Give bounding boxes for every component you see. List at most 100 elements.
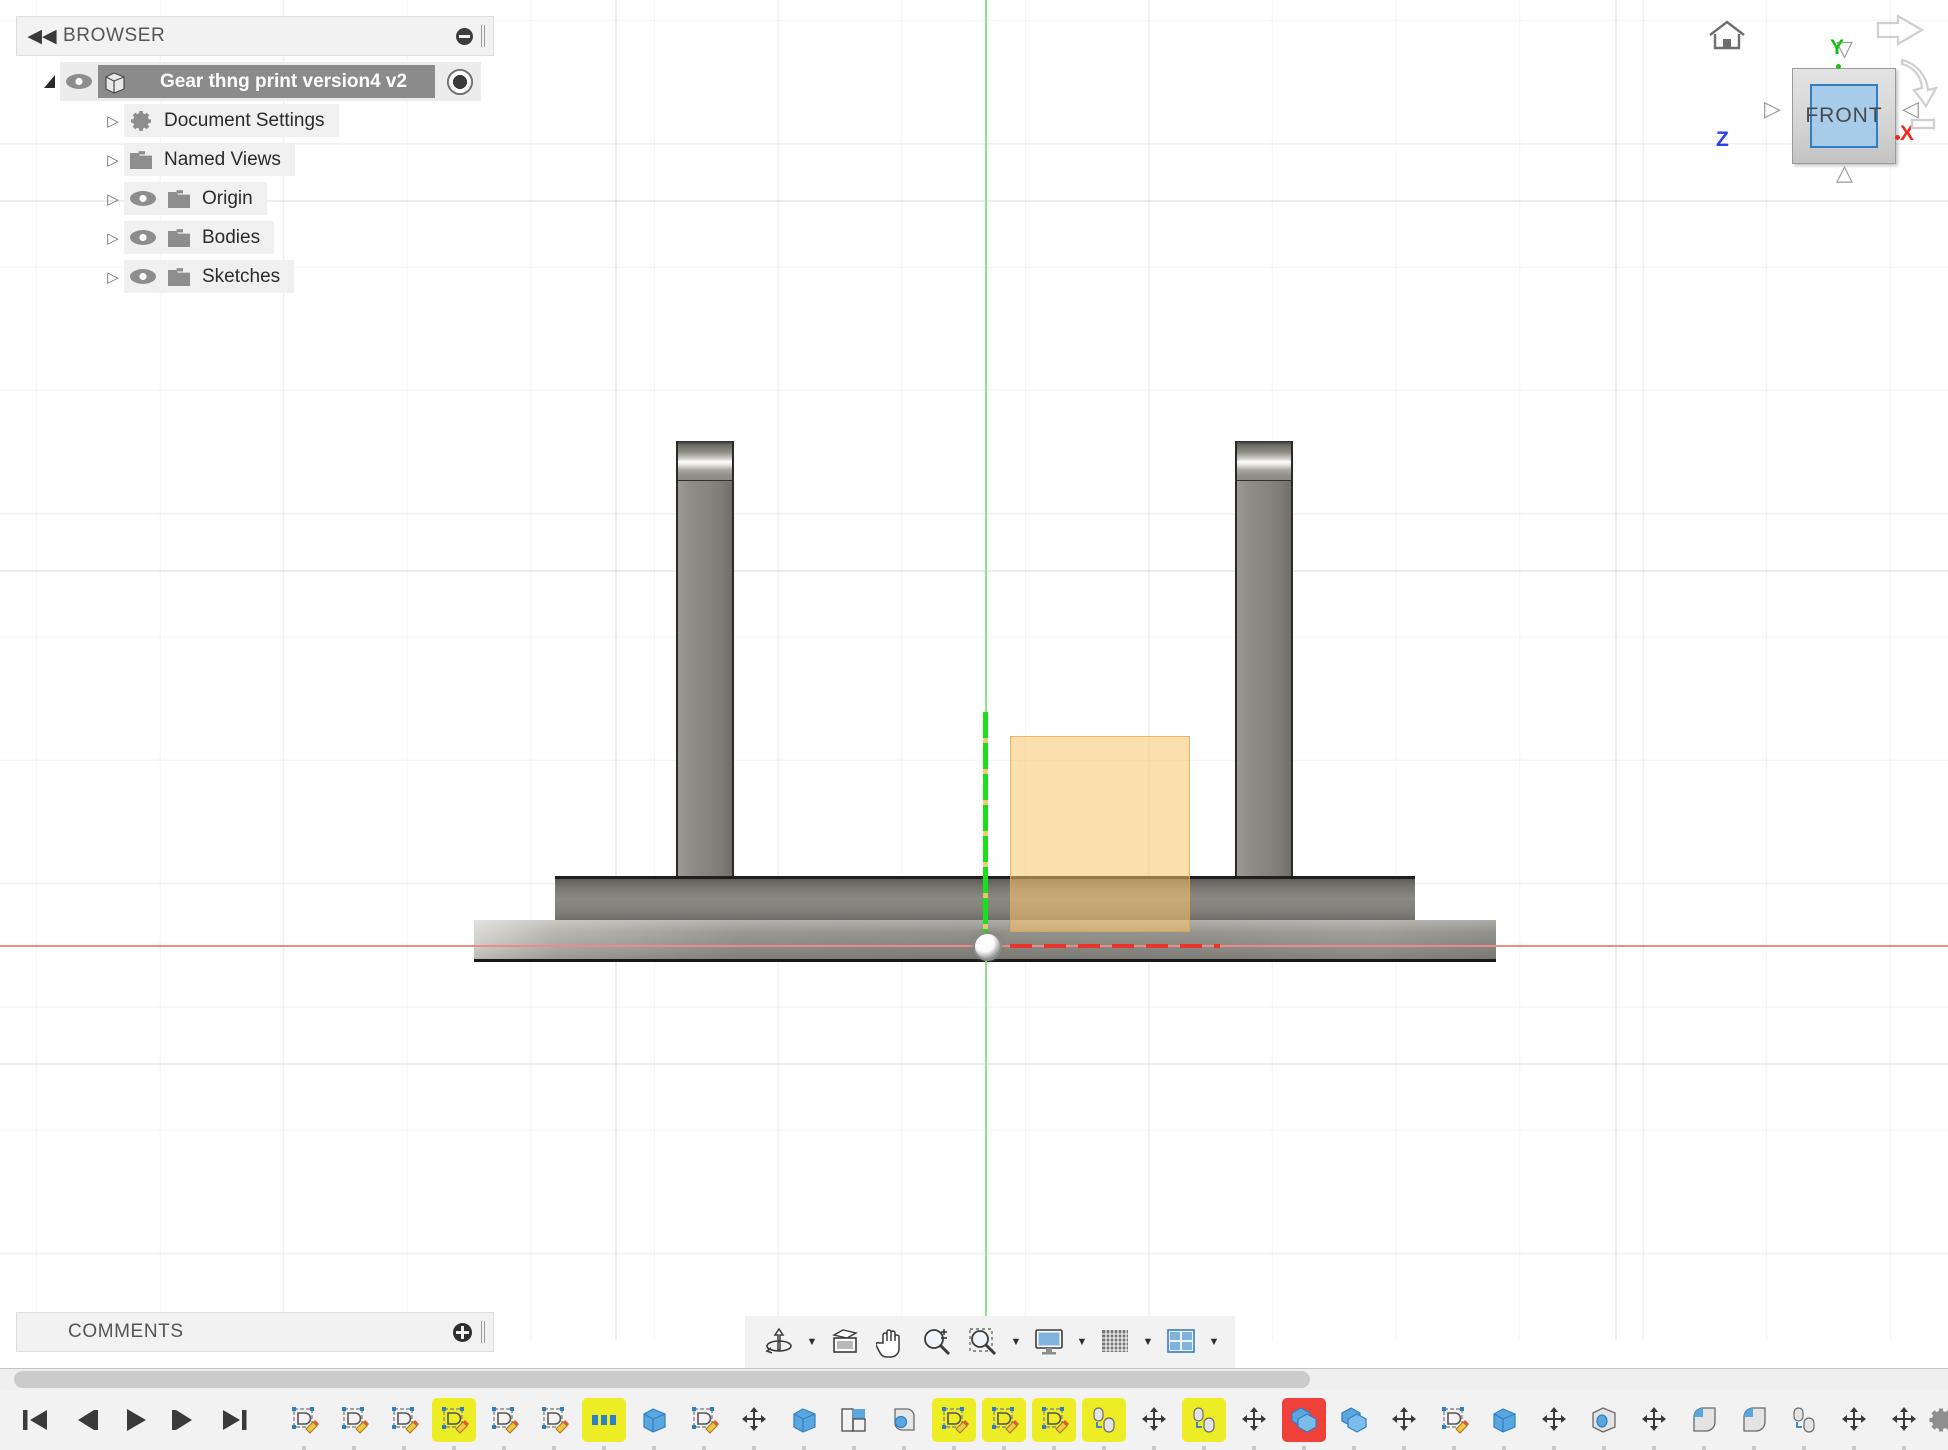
sidebar-item-bodies[interactable]: ▷ Bodies xyxy=(16,218,494,257)
row-body[interactable]: Bodies xyxy=(124,221,275,254)
arrow-up-icon[interactable]: △ xyxy=(1836,160,1853,186)
post-left[interactable] xyxy=(676,441,734,896)
move-feature-icon[interactable] xyxy=(732,1398,776,1442)
timeline-play-icon[interactable] xyxy=(118,1403,152,1437)
timeline-begin-icon[interactable] xyxy=(18,1403,52,1437)
move-feature-icon[interactable] xyxy=(1132,1398,1176,1442)
sketch-feature-icon[interactable] xyxy=(432,1398,476,1442)
sketch-feature-icon[interactable] xyxy=(482,1398,526,1442)
pattern-feature-icon[interactable] xyxy=(582,1398,626,1442)
sketch-profile-rectangle[interactable] xyxy=(1010,736,1190,932)
combine-feature-icon[interactable] xyxy=(1282,1398,1326,1442)
fillet-feature-icon[interactable] xyxy=(1732,1398,1776,1442)
zoom-window-icon[interactable] xyxy=(961,1320,1005,1364)
timeline-settings-gear-icon[interactable] xyxy=(1926,1405,1948,1435)
shell-feature-icon[interactable] xyxy=(1582,1398,1626,1442)
timeline-step-back-icon[interactable] xyxy=(68,1403,102,1437)
eye-visible-icon[interactable] xyxy=(124,190,162,207)
post-right[interactable] xyxy=(1235,441,1293,896)
sketch-feature-icon[interactable] xyxy=(1432,1398,1476,1442)
root-row-body[interactable]: Gear thng print version4 v2 xyxy=(60,62,482,101)
hole-feature-icon[interactable] xyxy=(1082,1398,1126,1442)
viewcube-area[interactable]: FRONT ▽ △ ▷ ◁ Y X Z xyxy=(1688,0,1948,230)
revolve-feature-icon[interactable] xyxy=(882,1398,926,1442)
activate-component-radio-icon[interactable] xyxy=(447,68,474,95)
extrude-cut-feature-icon[interactable] xyxy=(832,1398,876,1442)
fillet-feature-icon[interactable] xyxy=(1682,1398,1726,1442)
timeline-features[interactable] xyxy=(252,1398,1926,1442)
sketch-feature-icon[interactable] xyxy=(682,1398,726,1442)
zoom-icon[interactable] xyxy=(915,1320,959,1364)
hole-feature-icon[interactable] xyxy=(1182,1398,1226,1442)
row-body[interactable]: Sketches xyxy=(124,260,295,293)
timeline-playback-controls[interactable] xyxy=(0,1403,252,1437)
hole-feature-icon[interactable] xyxy=(1782,1398,1826,1442)
eye-visible-icon[interactable] xyxy=(124,229,162,246)
move-feature-icon[interactable] xyxy=(1882,1398,1926,1442)
add-comment-icon[interactable] xyxy=(453,1322,472,1342)
move-feature-icon[interactable] xyxy=(1532,1398,1576,1442)
sketch-feature-icon[interactable] xyxy=(982,1398,1026,1442)
navigation-bar[interactable]: ▼ ▼ ▼ ▼ ▼ xyxy=(745,1316,1235,1368)
chevron-down-icon[interactable]: ▼ xyxy=(1205,1320,1223,1364)
move-feature-icon[interactable] xyxy=(1382,1398,1426,1442)
move-feature-icon[interactable] xyxy=(1232,1398,1276,1442)
move-feature-icon[interactable] xyxy=(1832,1398,1876,1442)
chevron-right-icon[interactable]: ▷ xyxy=(102,151,124,169)
sketch-feature-icon[interactable] xyxy=(382,1398,426,1442)
combine-feature-icon[interactable] xyxy=(1332,1398,1376,1442)
display-settings-icon[interactable] xyxy=(1027,1320,1071,1364)
sketch-feature-icon[interactable] xyxy=(532,1398,576,1442)
chevron-right-icon[interactable]: ▷ xyxy=(102,268,124,286)
timeline-step-forward-icon[interactable] xyxy=(168,1403,202,1437)
home-icon[interactable] xyxy=(1706,18,1748,57)
eye-visible-icon[interactable] xyxy=(60,73,98,90)
comments-panel[interactable]: COMMENTS xyxy=(16,1312,494,1352)
root-label-chip[interactable]: Gear thng print version4 v2 xyxy=(98,65,436,98)
chevron-down-icon[interactable]: ▼ xyxy=(803,1320,821,1364)
chevron-right-icon[interactable]: ▷ xyxy=(102,229,124,247)
sidebar-item-sketches[interactable]: ▷ Sketches xyxy=(16,257,494,296)
sidebar-item-named-views[interactable]: ▷ Named Views xyxy=(16,140,494,179)
sketch-feature-icon[interactable] xyxy=(1032,1398,1076,1442)
row-body[interactable]: Document Settings xyxy=(124,104,339,137)
panel-grip-icon[interactable] xyxy=(481,1321,485,1343)
chevron-right-icon[interactable]: ▷ xyxy=(102,112,124,130)
timeline-scrollbar-thumb[interactable] xyxy=(14,1371,1310,1388)
extrude-feature-icon[interactable] xyxy=(782,1398,826,1442)
origin-point-icon[interactable] xyxy=(973,932,1002,961)
chevron-down-icon[interactable]: ▼ xyxy=(1073,1320,1091,1364)
minimize-icon[interactable] xyxy=(456,27,473,45)
eye-visible-icon[interactable] xyxy=(124,268,162,285)
browser-panel: ◀◀ BROWSER Gear thng print version4 v2 ▷… xyxy=(16,16,494,296)
look-at-icon[interactable] xyxy=(823,1320,867,1364)
sidebar-item-document-settings[interactable]: ▷ Document Settings xyxy=(16,101,494,140)
timeline-bar[interactable] xyxy=(0,1390,1948,1450)
viewcube-front-face[interactable]: FRONT xyxy=(1805,84,1882,148)
collapse-left-icon[interactable]: ◀◀ xyxy=(25,27,59,46)
chevron-right-icon[interactable]: ▷ xyxy=(102,190,124,208)
chevron-down-icon[interactable]: ▼ xyxy=(1139,1320,1157,1364)
post-right-cap xyxy=(1237,441,1291,481)
pan-hand-icon[interactable] xyxy=(869,1320,913,1364)
sketch-feature-icon[interactable] xyxy=(332,1398,376,1442)
sketch-feature-icon[interactable] xyxy=(282,1398,326,1442)
chevron-down-icon[interactable]: ▼ xyxy=(1007,1320,1025,1364)
expand-triangle-icon[interactable] xyxy=(38,75,60,88)
sidebar-item-origin[interactable]: ▷ Origin xyxy=(16,179,494,218)
row-body[interactable]: Named Views xyxy=(124,143,295,176)
sketch-feature-icon[interactable] xyxy=(932,1398,976,1442)
panel-grip-icon[interactable] xyxy=(481,25,485,47)
extrude-feature-icon[interactable] xyxy=(632,1398,676,1442)
row-body[interactable]: Origin xyxy=(124,182,267,215)
orbit-arrows-icon[interactable] xyxy=(1872,8,1942,143)
move-feature-icon[interactable] xyxy=(1632,1398,1676,1442)
timeline-end-icon[interactable] xyxy=(218,1403,252,1437)
orbit-icon[interactable] xyxy=(757,1320,801,1364)
arrow-right-icon[interactable]: ▷ xyxy=(1764,96,1781,122)
extrude-feature-icon[interactable] xyxy=(1482,1398,1526,1442)
tree-row-root[interactable]: Gear thng print version4 v2 xyxy=(16,62,494,101)
z-axis-label: Z xyxy=(1716,128,1729,151)
grid-snaps-icon[interactable] xyxy=(1093,1320,1137,1364)
viewports-icon[interactable] xyxy=(1159,1320,1203,1364)
